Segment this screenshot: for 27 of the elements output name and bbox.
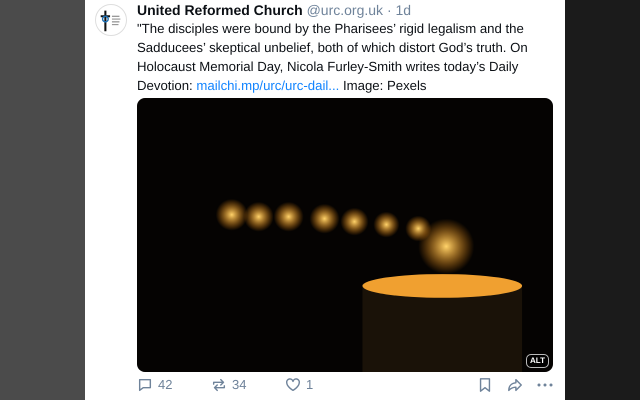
share-button[interactable] [507, 377, 523, 393]
alt-badge[interactable]: ALT [526, 354, 549, 368]
bookmark-icon [477, 377, 493, 393]
candle-glow [310, 204, 340, 234]
share-icon [507, 377, 523, 393]
post-age: 1d [396, 2, 412, 18]
candle-glow [244, 202, 274, 232]
church-logo-icon[interactable] [95, 4, 127, 36]
more-icon [537, 383, 553, 387]
photo-placeholder[interactable]: ALT [137, 98, 553, 372]
post-link[interactable]: mailchi.mp/urc/urc-dail... [196, 78, 340, 93]
author-handle[interactable]: @urc.org.uk [306, 2, 384, 18]
separator-dot: · [386, 2, 392, 18]
speech-bubble-icon [137, 377, 153, 393]
repost-icon [211, 377, 227, 393]
candle-glow [274, 202, 304, 232]
post-text: "The disciples were bound by the Pharisees’ rigid legalism and the Sadducees’ skeptical unbelief, both of which distort God’s truth. On Holocaust Memorial Day, Nicola Furley-Smith writes today’s Daily Devotion: mailchi.mp/urc/urc-dail... Image: Pexels [137, 20, 529, 95]
repost-button[interactable]: 34 [211, 375, 285, 395]
reply-button[interactable]: 42 [137, 375, 211, 395]
candle-glow [373, 212, 400, 238]
candle-flame [418, 218, 474, 274]
author-name[interactable]: United Reformed Church [137, 2, 303, 18]
candle-glow [340, 208, 368, 236]
candle-glow [216, 198, 248, 231]
bookmark-button[interactable] [477, 377, 493, 393]
like-button[interactable]: 1 [285, 375, 359, 395]
heart-icon [285, 377, 301, 393]
